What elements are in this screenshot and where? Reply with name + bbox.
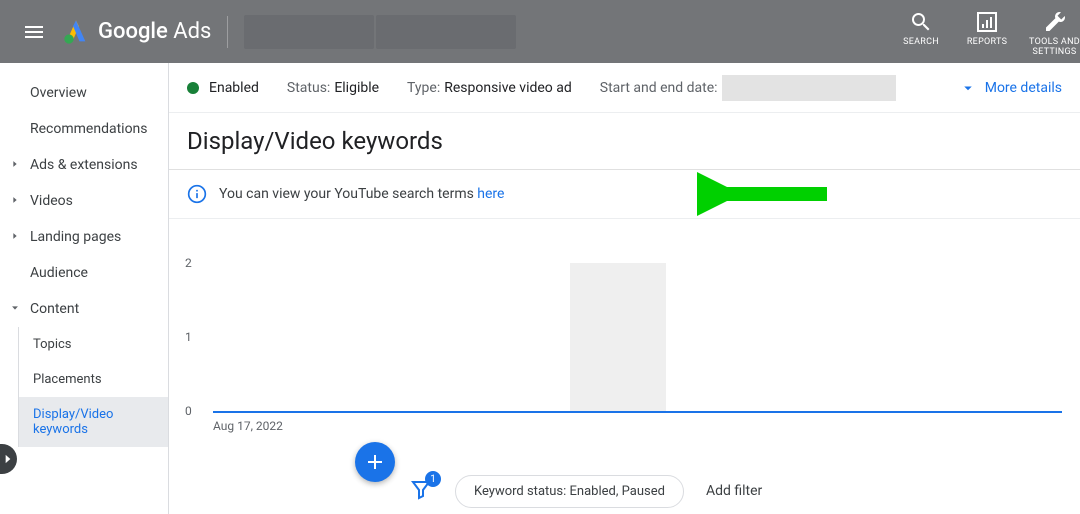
add-keyword-fab[interactable] (355, 442, 395, 482)
main-content: Enabled Status:Eligible Type:Responsive … (169, 63, 1080, 514)
campaign-status-bar: Enabled Status:Eligible Type:Responsive … (169, 63, 1080, 113)
plus-icon (363, 450, 387, 474)
info-icon (187, 184, 207, 204)
chevron-right-icon (10, 229, 20, 245)
info-banner: You can view your YouTube search terms h… (169, 170, 1080, 219)
filter-toolbar: 1 Keyword status: Enabled, Paused Add fi… (405, 468, 1080, 514)
more-details-link[interactable]: More details (959, 79, 1062, 97)
appbar-actions: SEARCH REPORTS TOOLS AND SETTINGS (897, 6, 1080, 58)
chevron-down-icon (10, 301, 20, 317)
search-label: SEARCH (903, 38, 939, 48)
youtube-search-terms-link[interactable]: here (477, 186, 504, 202)
sidebar-item-recommendations[interactable]: Recommendations (0, 111, 168, 147)
brand-logo[interactable]: Google Ads (62, 18, 211, 46)
date-value-redacted (722, 75, 896, 101)
y-tick: 1 (185, 330, 192, 344)
add-filter-button[interactable]: Add filter (706, 483, 762, 499)
search-button[interactable]: SEARCH (897, 10, 945, 48)
sidebar-expand-handle[interactable] (0, 444, 17, 474)
chevron-right-icon (10, 193, 20, 209)
reports-icon (975, 10, 999, 34)
sidebar-nav: Overview Recommendations Ads & extension… (0, 63, 169, 514)
tools-label: TOOLS AND SETTINGS (1029, 38, 1080, 58)
filter-chip-keyword-status[interactable]: Keyword status: Enabled, Paused (455, 475, 684, 508)
wrench-icon (1043, 10, 1067, 34)
sidebar-item-videos[interactable]: Videos (0, 183, 168, 219)
sidebar-item-topics[interactable]: Topics (19, 327, 168, 362)
chevron-right-icon (10, 157, 20, 173)
status-dot-icon (187, 82, 199, 94)
filter-count-badge: 1 (425, 471, 441, 487)
enabled-status[interactable]: Enabled (187, 80, 259, 96)
sidebar-item-display-video-keywords[interactable]: Display/Video keywords (19, 397, 168, 447)
type-field: Type:Responsive video ad (407, 80, 572, 96)
sidebar-item-landing-pages[interactable]: Landing pages (0, 219, 168, 255)
divider (227, 16, 228, 48)
top-app-bar: Google Ads SEARCH REPORTS TOOLS AND SETT… (0, 0, 1080, 63)
chart-data-redacted (570, 263, 666, 411)
hamburger-menu-icon[interactable] (14, 12, 54, 52)
chevron-right-icon (1, 452, 15, 466)
sidebar-item-ads-extensions[interactable]: Ads & extensions (0, 147, 168, 183)
reports-label: REPORTS (967, 38, 1007, 48)
page-title: Display/Video keywords (169, 113, 1080, 170)
y-tick: 2 (185, 256, 192, 270)
sidebar-item-content[interactable]: Content (0, 291, 168, 327)
chart-plot-area: 2 1 0 (213, 263, 1062, 413)
sidebar-item-audience[interactable]: Audience (0, 255, 168, 291)
annotation-arrow (697, 169, 837, 219)
sidebar-item-overview[interactable]: Overview (0, 75, 168, 111)
sidebar-item-placements[interactable]: Placements (19, 362, 168, 397)
reports-button[interactable]: REPORTS (963, 10, 1011, 48)
search-icon (909, 10, 933, 34)
tools-settings-button[interactable]: TOOLS AND SETTINGS (1029, 10, 1080, 58)
chevron-down-icon (959, 79, 977, 97)
performance-chart: 2 1 0 Aug 17, 2022 (169, 263, 1080, 453)
date-field: Start and end date: (600, 75, 896, 101)
info-text: You can view your YouTube search terms h… (219, 186, 504, 202)
sidebar-content-submenu: Topics Placements Display/Video keywords (18, 327, 168, 447)
google-ads-icon (62, 18, 90, 46)
account-selector-redacted-2[interactable] (376, 15, 516, 49)
filter-button[interactable]: 1 (409, 477, 433, 505)
brand-text: Google Ads (98, 19, 211, 44)
account-selector-redacted[interactable] (244, 15, 374, 49)
status-field: Status:Eligible (287, 80, 379, 96)
x-axis-label: Aug 17, 2022 (213, 419, 283, 433)
y-tick: 0 (185, 404, 192, 418)
